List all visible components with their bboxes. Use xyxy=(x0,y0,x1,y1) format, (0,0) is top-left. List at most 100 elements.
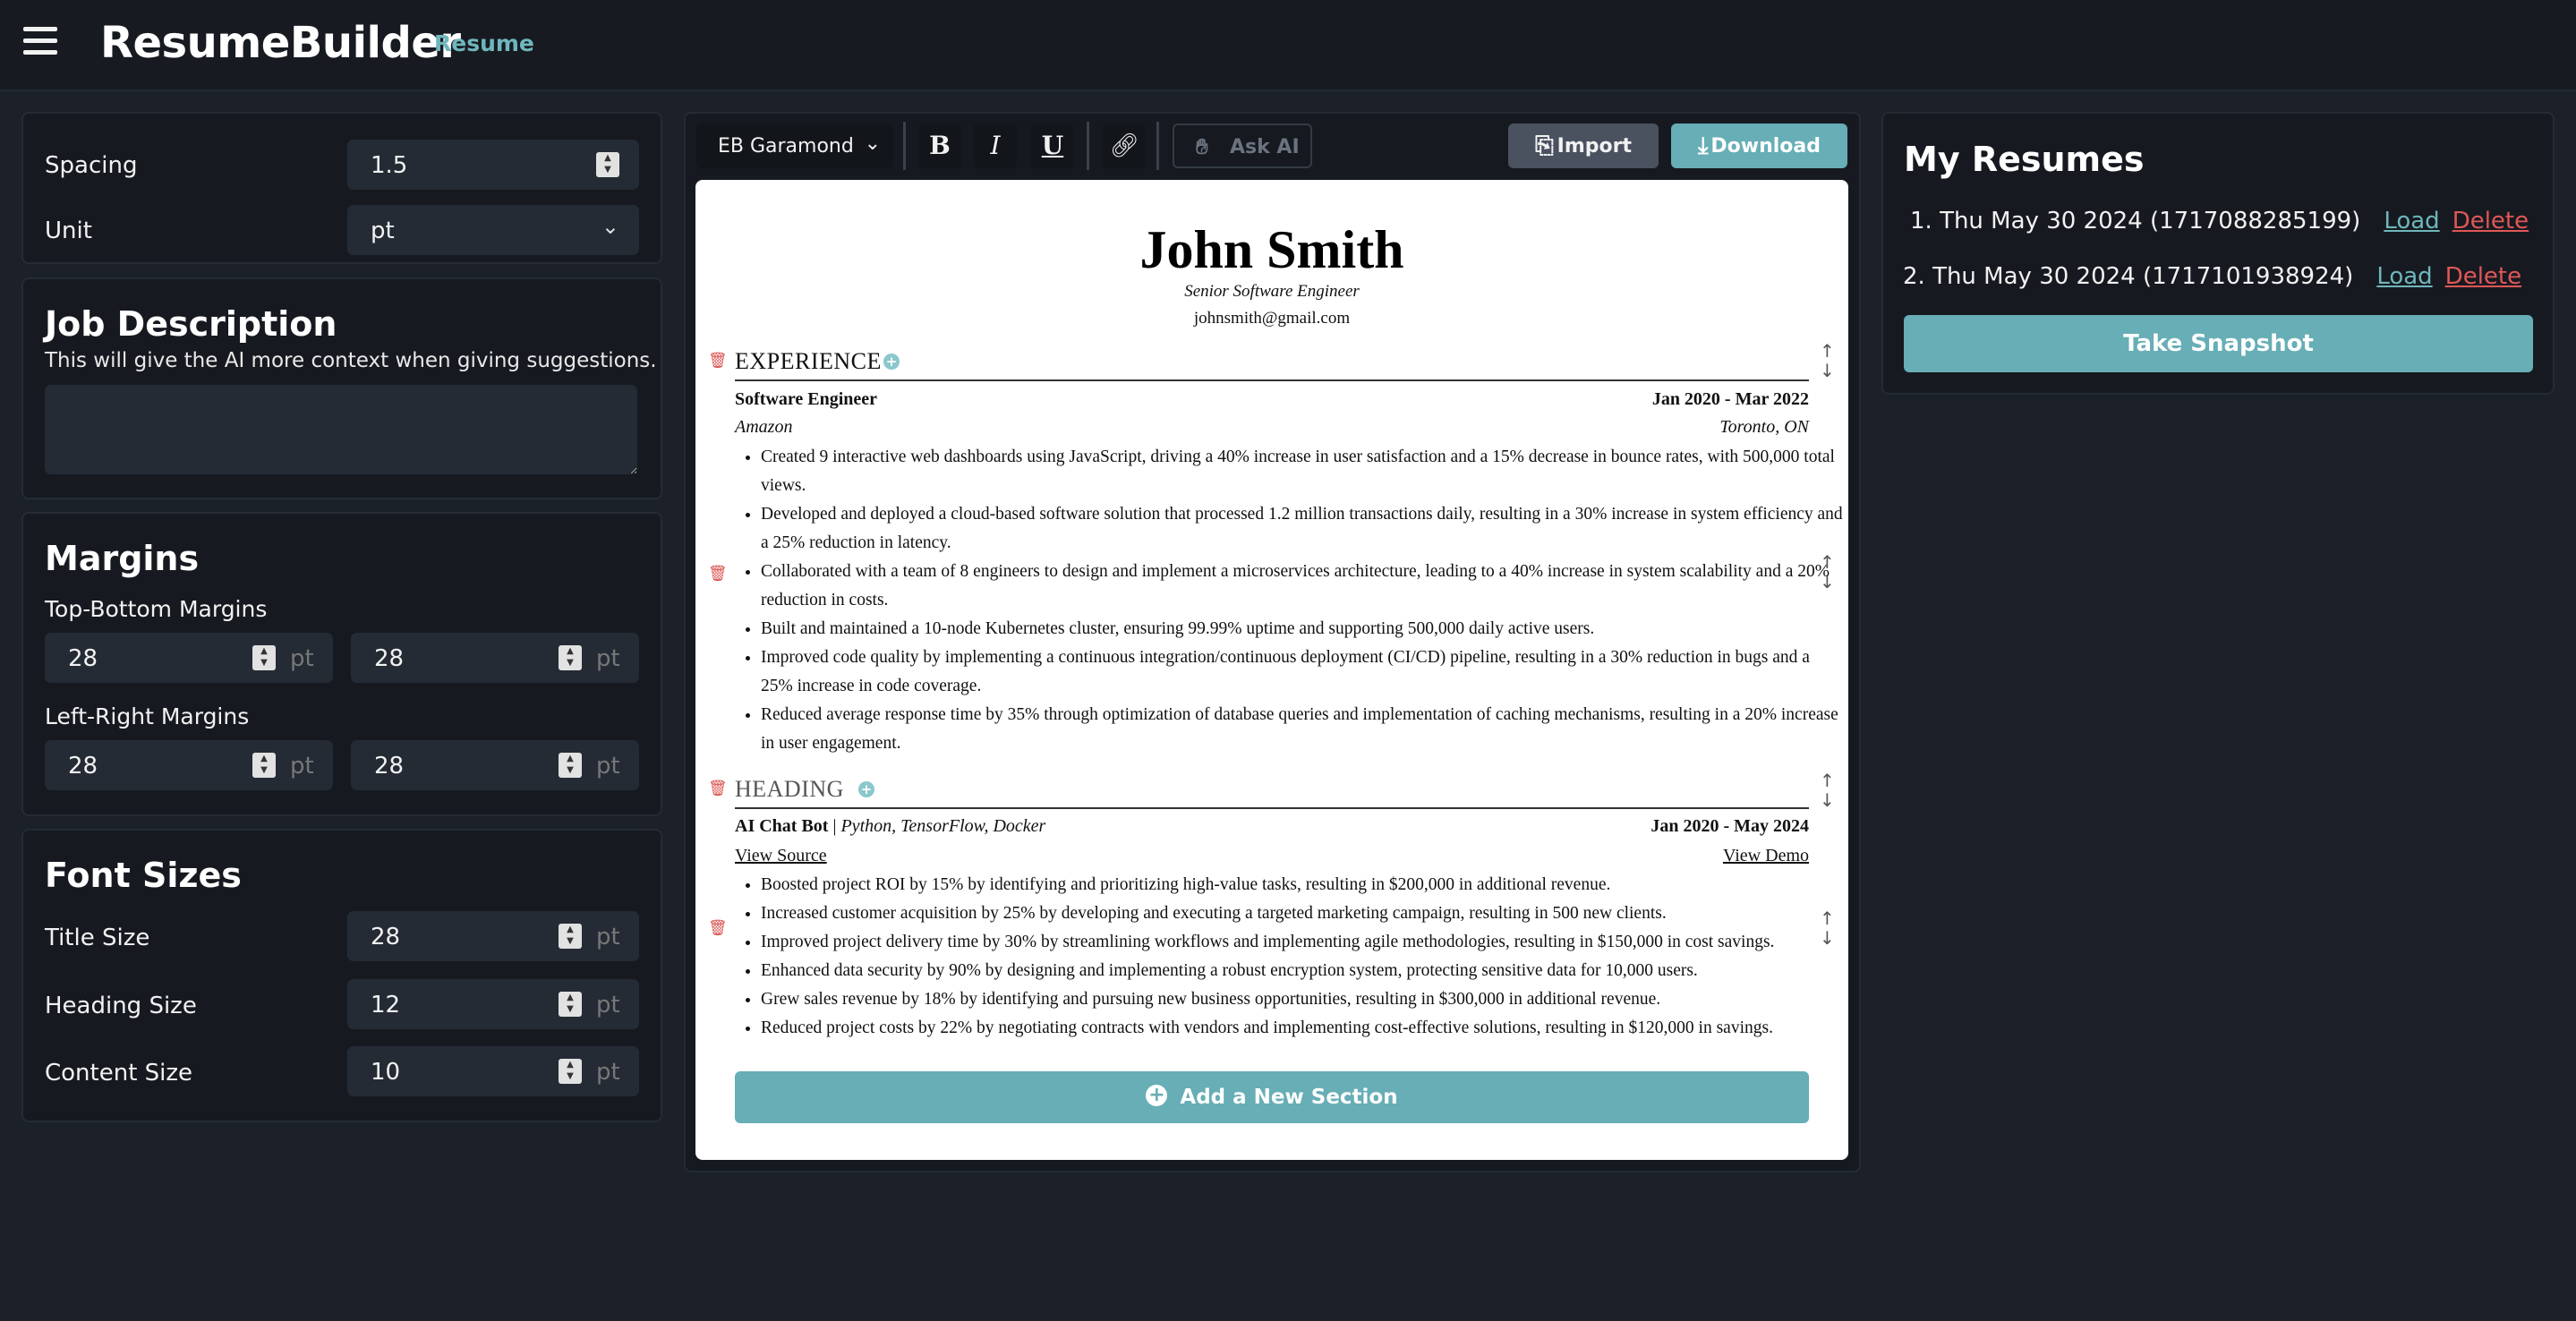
experience-bullets[interactable]: Created 9 interactive web dashboards usi… xyxy=(735,443,1844,758)
heading-size-value: 12 xyxy=(371,992,401,1018)
heading-size-label: Heading Size xyxy=(45,993,197,1019)
list-item[interactable]: Boosted project ROI by 15% by identifyin… xyxy=(761,871,1844,899)
project-dates[interactable]: Jan 2020 - May 2024 xyxy=(1651,816,1809,837)
top-margin-input[interactable]: 28 ▲ ▼ pt xyxy=(45,633,333,683)
unit-label: Unit xyxy=(45,217,92,244)
list-item[interactable]: Improved project delivery time by 30% by… xyxy=(761,928,1844,957)
left-margin-input[interactable]: 28 ▲ ▼ pt xyxy=(45,740,333,790)
list-item[interactable]: Reduced project costs by 22% by negotiat… xyxy=(761,1014,1844,1043)
font-family-select[interactable]: EB Garamond ⌄ xyxy=(696,124,893,168)
content-size-stepper[interactable]: ▲ ▼ xyxy=(559,1059,582,1084)
bottom-margin-value: 28 xyxy=(374,645,405,672)
left-margin-unit: pt xyxy=(290,753,314,780)
spacing-value: 1.5 xyxy=(371,152,408,179)
list-item[interactable]: Enhanced data security by 90% by designi… xyxy=(761,957,1844,985)
content-size-value: 10 xyxy=(371,1059,401,1086)
list-item[interactable]: Collaborated with a team of 8 engineers … xyxy=(761,558,1844,615)
heading-size-stepper[interactable]: ▲ ▼ xyxy=(559,992,582,1017)
load-resume-button[interactable]: Load xyxy=(2384,208,2439,234)
import-button[interactable]: ⎘ Import xyxy=(1508,124,1659,168)
right-margin-stepper[interactable]: ▲ ▼ xyxy=(559,753,582,778)
move-section-arrows[interactable]: ↑ ↓ xyxy=(1820,341,1835,380)
underline-button[interactable]: U xyxy=(1031,124,1074,168)
load-resume-button[interactable]: Load xyxy=(2376,263,2432,290)
delete-resume-button[interactable]: Delete xyxy=(2452,208,2529,234)
title-size-label: Title Size xyxy=(45,925,150,951)
top-bottom-margins-label: Top-Bottom Margins xyxy=(45,596,268,622)
left-margin-value: 28 xyxy=(68,753,98,780)
top-bar: ResumeBuilder Resume xyxy=(0,0,2576,91)
arrow-down-icon[interactable]: ↓ xyxy=(1820,789,1835,811)
spacing-input[interactable]: 1.5 ▲ ▼ xyxy=(347,140,639,190)
project-title-line[interactable]: AI Chat Bot | Python, TensorFlow, Docker xyxy=(735,816,1045,837)
list-item[interactable]: Improved code quality by implementing a … xyxy=(761,643,1844,701)
section-divider xyxy=(735,379,1809,381)
arrow-down-icon[interactable]: ↓ xyxy=(1820,360,1835,381)
section-divider xyxy=(735,807,1809,809)
ask-ai-button[interactable]: ✋︎ Ask AI xyxy=(1173,124,1312,168)
trash-icon[interactable]: 🗑︎ xyxy=(708,919,728,937)
resume-name[interactable]: John Smith xyxy=(695,219,1848,281)
resume-item-label: 1. Thu May 30 2024 (1717088285199) xyxy=(1910,208,2361,234)
bold-button[interactable]: B xyxy=(918,124,961,168)
move-section-arrows[interactable]: ↑ ↓ xyxy=(1820,771,1835,810)
title-size-stepper[interactable]: ▲ ▼ xyxy=(559,924,582,949)
sparkle-icon: ✋︎ xyxy=(1196,134,1208,159)
menu-icon[interactable] xyxy=(23,27,57,57)
section-heading-project[interactable]: HEADING xyxy=(735,776,844,803)
title-size-input[interactable]: 28 ▲ ▼ pt xyxy=(347,911,639,961)
resume-list-item: 1. Thu May 30 2024 (1717088285199) Load De… xyxy=(1910,208,2529,234)
download-button[interactable]: ⤓ Download xyxy=(1671,124,1847,168)
resume-preview[interactable]: John Smith Senior Software Engineer john… xyxy=(695,180,1848,1160)
list-item[interactable]: Grew sales revenue by 18% by identifying… xyxy=(761,985,1844,1014)
experience-role[interactable]: Software Engineer xyxy=(735,389,877,410)
bottom-margin-input[interactable]: 28 ▲ ▼ pt xyxy=(351,633,639,683)
top-margin-stepper[interactable]: ▲ ▼ xyxy=(252,645,276,670)
list-item[interactable]: Reduced average response time by 35% thr… xyxy=(761,701,1844,758)
list-item[interactable]: Created 9 interactive web dashboards usi… xyxy=(761,443,1844,500)
plus-circle-icon[interactable]: + xyxy=(858,781,874,797)
content-size-input[interactable]: 10 ▲ ▼ pt xyxy=(347,1046,639,1096)
delete-resume-button[interactable]: Delete xyxy=(2445,263,2521,290)
right-margin-input[interactable]: 28 ▲ ▼ pt xyxy=(351,740,639,790)
heading-size-unit: pt xyxy=(596,992,620,1018)
list-item[interactable]: Increased customer acquisition by 25% by… xyxy=(761,899,1844,928)
link-button[interactable]: 🔗︎ xyxy=(1103,124,1146,168)
take-snapshot-button[interactable]: Take Snapshot xyxy=(1904,315,2533,372)
section-heading-experience[interactable]: EXPERIENCE xyxy=(735,348,882,375)
content-size-unit: pt xyxy=(596,1059,620,1086)
project-name: AI Chat Bot xyxy=(735,816,829,836)
italic-button[interactable]: I xyxy=(974,124,1017,168)
experience-company[interactable]: Amazon xyxy=(735,417,792,438)
view-demo-link[interactable]: View Demo xyxy=(1723,846,1809,866)
left-margin-stepper[interactable]: ▲ ▼ xyxy=(252,753,276,778)
toolbar-divider xyxy=(1156,122,1159,170)
arrow-up-icon[interactable]: ↑ xyxy=(1820,770,1835,791)
unit-select[interactable]: pt ⌄ xyxy=(347,205,639,255)
list-item[interactable]: Developed and deployed a cloud-based sof… xyxy=(761,500,1844,558)
title-size-value: 28 xyxy=(371,924,401,950)
experience-dates[interactable]: Jan 2020 - Mar 2022 xyxy=(1652,389,1809,410)
experience-location[interactable]: Toronto, ON xyxy=(1719,417,1809,438)
bottom-margin-stepper[interactable]: ▲ ▼ xyxy=(559,645,582,670)
plus-circle-icon[interactable]: + xyxy=(883,354,900,370)
trash-icon[interactable]: 🗑︎ xyxy=(708,352,728,370)
view-source-link[interactable]: View Source xyxy=(735,846,827,866)
list-item[interactable]: Built and maintained a 10-node Kubernete… xyxy=(761,615,1844,643)
top-margin-unit: pt xyxy=(290,645,314,672)
right-margin-unit: pt xyxy=(596,753,620,780)
project-bullets[interactable]: Boosted project ROI by 15% by identifyin… xyxy=(735,871,1844,1043)
job-description-input[interactable] xyxy=(45,385,637,474)
brand-logo[interactable]: ResumeBuilder xyxy=(100,18,461,68)
trash-icon[interactable]: 🗑︎ xyxy=(708,780,728,797)
spacing-stepper[interactable]: ▲ ▼ xyxy=(596,152,619,177)
trash-icon[interactable]: 🗑︎ xyxy=(708,565,728,583)
heading-size-input[interactable]: 12 ▲ ▼ pt xyxy=(347,979,639,1029)
nav-link-resume[interactable]: Resume xyxy=(434,30,534,56)
resume-email[interactable]: johnsmith@gmail.com xyxy=(695,309,1848,328)
toolbar-divider xyxy=(1087,122,1089,170)
add-section-button[interactable]: + Add a New Section xyxy=(735,1071,1809,1123)
arrow-up-icon[interactable]: ↑ xyxy=(1820,340,1835,362)
bottom-margin-unit: pt xyxy=(596,645,620,672)
resume-title[interactable]: Senior Software Engineer xyxy=(695,282,1848,302)
